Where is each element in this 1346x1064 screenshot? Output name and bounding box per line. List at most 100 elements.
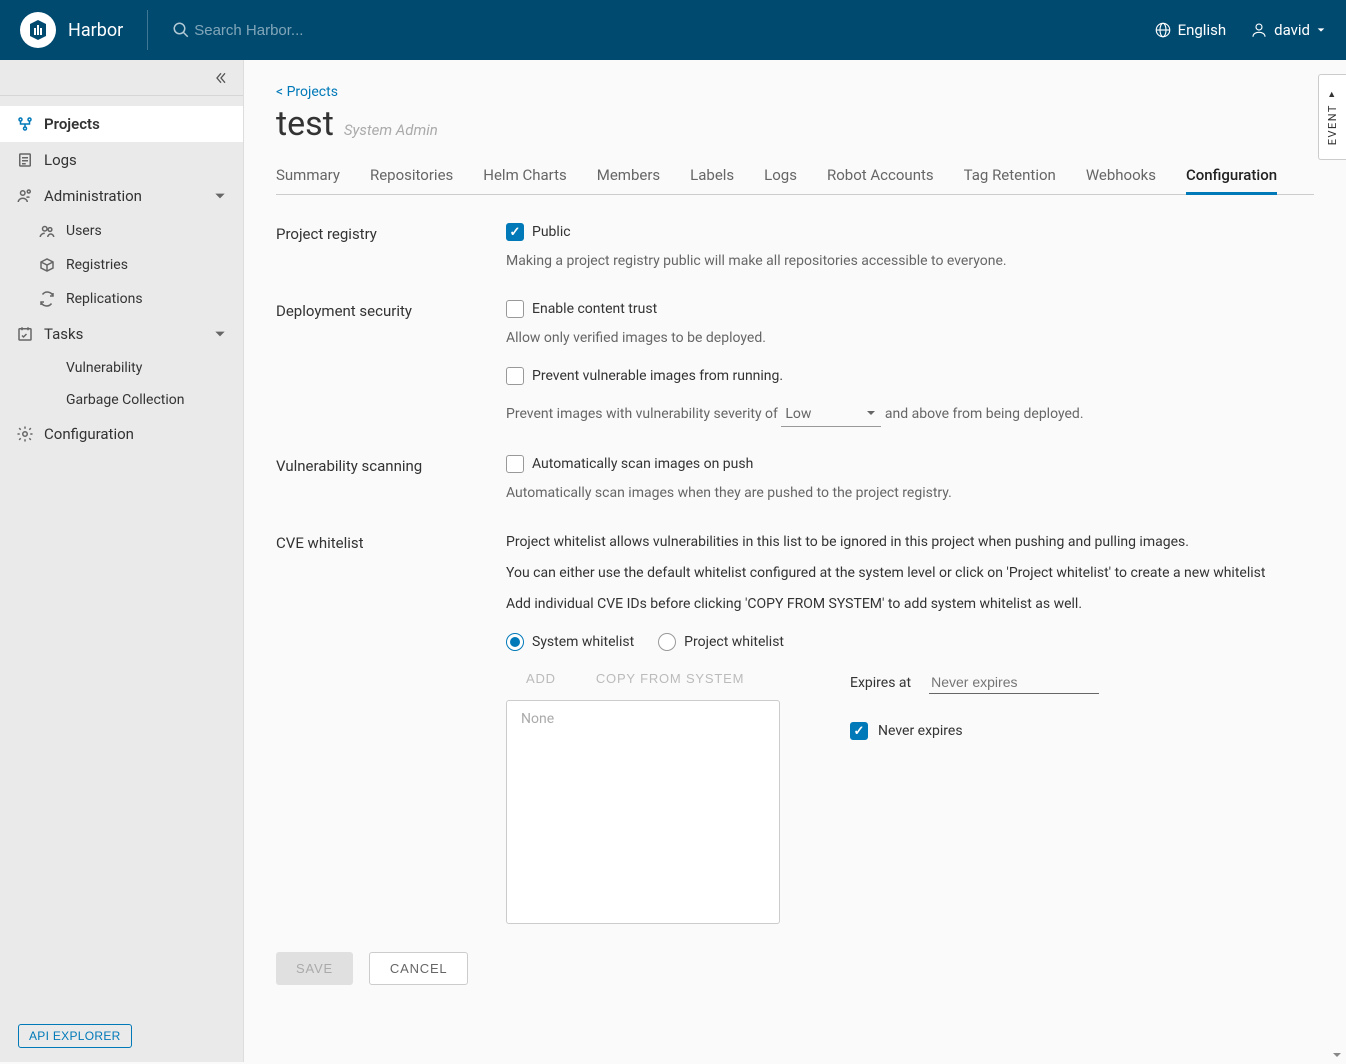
severity-select[interactable]: Low [781,403,881,427]
logs-icon [16,151,34,169]
main: < Projects test System Admin Summary Rep… [244,60,1346,1062]
projects-icon [16,115,34,133]
search-input[interactable] [194,22,494,39]
checkbox-prevent-vuln[interactable] [506,367,524,385]
sidebar-item-administration[interactable]: Administration [0,178,243,214]
chevron-down-icon [213,189,227,203]
gear-icon [16,425,34,443]
sidebar-label-logs: Logs [44,151,77,169]
cve-p2: You can either use the default whitelist… [506,563,1286,584]
sidebar-item-logs[interactable]: Logs [0,142,243,178]
copy-from-system-button[interactable]: COPY FROM SYSTEM [596,671,744,686]
tab-tag-retention[interactable]: Tag Retention [964,158,1056,194]
project-role: System Admin [344,121,438,139]
radio-system-whitelist[interactable]: System whitelist [506,633,634,651]
checkbox-auto-scan-label: Automatically scan images on push [532,456,753,472]
replications-icon [38,290,56,308]
search [172,21,1153,39]
chevron-down-icon [213,327,227,341]
tab-labels[interactable]: Labels [690,158,734,194]
sidebar-item-vulnerability[interactable]: Vulnerability [22,352,243,384]
header: Harbor English david [0,0,1346,60]
prevent-vuln-sentence: Prevent images with vulnerability severi… [506,403,1286,427]
sidebar-item-tasks[interactable]: Tasks [0,316,243,352]
event-arrow-icon: ▲ [1327,89,1337,100]
checkbox-content-trust[interactable] [506,300,524,318]
content-trust-help: Allow only verified images to be deploye… [506,328,1286,349]
breadcrumb-projects-link[interactable]: < Projects [276,84,338,100]
sidebar-label-configuration: Configuration [44,425,134,443]
tab-repositories[interactable]: Repositories [370,158,453,194]
expires-at-label: Expires at [850,675,911,691]
prevent-suffix: and above from being deployed. [885,406,1084,422]
sidebar-item-garbage[interactable]: Garbage Collection [22,384,243,416]
checkbox-public-label: Public [532,224,571,240]
registries-icon [38,256,56,274]
sidebar-label-garbage: Garbage Collection [66,392,185,408]
harbor-logo-icon [20,12,56,48]
checkbox-auto-scan[interactable] [506,455,524,473]
expires-at-input[interactable] [929,671,1099,694]
checkbox-never-expires[interactable] [850,722,868,740]
globe-icon [1154,21,1172,39]
radio-system-whitelist-input[interactable] [506,633,524,651]
api-explorer-button[interactable]: API EXPLORER [18,1024,132,1048]
language-switcher[interactable]: English [1154,21,1227,39]
sidebar-label-users: Users [66,223,102,239]
sidebar-label-replications: Replications [66,291,143,307]
sidebar-label-registries: Registries [66,257,128,273]
prevent-prefix: Prevent images with vulnerability severi… [506,406,778,422]
radio-project-whitelist[interactable]: Project whitelist [658,633,784,651]
label-vuln-scan: Vulnerability scanning [276,455,506,475]
tab-members[interactable]: Members [597,158,660,194]
tab-webhooks[interactable]: Webhooks [1086,158,1156,194]
label-cve-whitelist: CVE whitelist [276,532,506,552]
user-name: david [1274,21,1310,39]
user-menu[interactable]: david [1250,21,1326,39]
sidebar-item-configuration[interactable]: Configuration [0,416,243,452]
sidebar-label-projects: Projects [44,115,100,133]
label-project-registry: Project registry [276,223,506,243]
header-divider [147,10,148,50]
users-icon [38,222,56,240]
cancel-button[interactable]: CANCEL [369,952,469,985]
tab-logs[interactable]: Logs [764,158,797,194]
sidebar-item-registries[interactable]: Registries [22,248,243,282]
tab-summary[interactable]: Summary [276,158,340,194]
event-tab-label: EVENT [1326,104,1339,145]
breadcrumb: < Projects [276,84,1314,100]
public-help: Making a project registry public will ma… [506,251,1286,272]
sidebar-collapse[interactable] [0,60,243,96]
checkbox-prevent-vuln-label: Prevent vulnerable images from running. [532,368,783,384]
tab-helm-charts[interactable]: Helm Charts [483,158,566,194]
event-side-tab[interactable]: ▲ EVENT [1318,74,1346,160]
radio-system-whitelist-label: System whitelist [532,634,634,650]
tasks-icon [16,325,34,343]
checkbox-public[interactable] [506,223,524,241]
logo[interactable]: Harbor [20,12,123,48]
sidebar: Projects Logs Administration Users Regis… [0,60,244,1062]
chevron-down-icon [1316,25,1326,35]
user-icon [1250,21,1268,39]
checkbox-content-trust-label: Enable content trust [532,301,657,317]
language-label: English [1178,21,1227,39]
add-cve-button[interactable]: ADD [526,671,556,686]
tab-robot-accounts[interactable]: Robot Accounts [827,158,934,194]
project-title: test [276,104,334,144]
label-deployment-security: Deployment security [276,300,506,320]
admin-icon [16,187,34,205]
search-icon [172,21,190,39]
radio-project-whitelist-input[interactable] [658,633,676,651]
sidebar-item-users[interactable]: Users [22,214,243,248]
checkbox-never-expires-label: Never expires [878,723,963,739]
sidebar-item-projects[interactable]: Projects [0,106,243,142]
save-button[interactable]: SAVE [276,952,353,985]
sidebar-label-administration: Administration [44,187,142,205]
nav: Projects Logs Administration Users Regis… [0,96,243,1010]
brand-name: Harbor [68,20,123,41]
scroll-down-icon[interactable] [1332,1048,1346,1062]
header-right: English david [1154,21,1326,39]
tab-configuration[interactable]: Configuration [1186,158,1277,194]
tabs: Summary Repositories Helm Charts Members… [276,158,1314,195]
sidebar-item-replications[interactable]: Replications [22,282,243,316]
